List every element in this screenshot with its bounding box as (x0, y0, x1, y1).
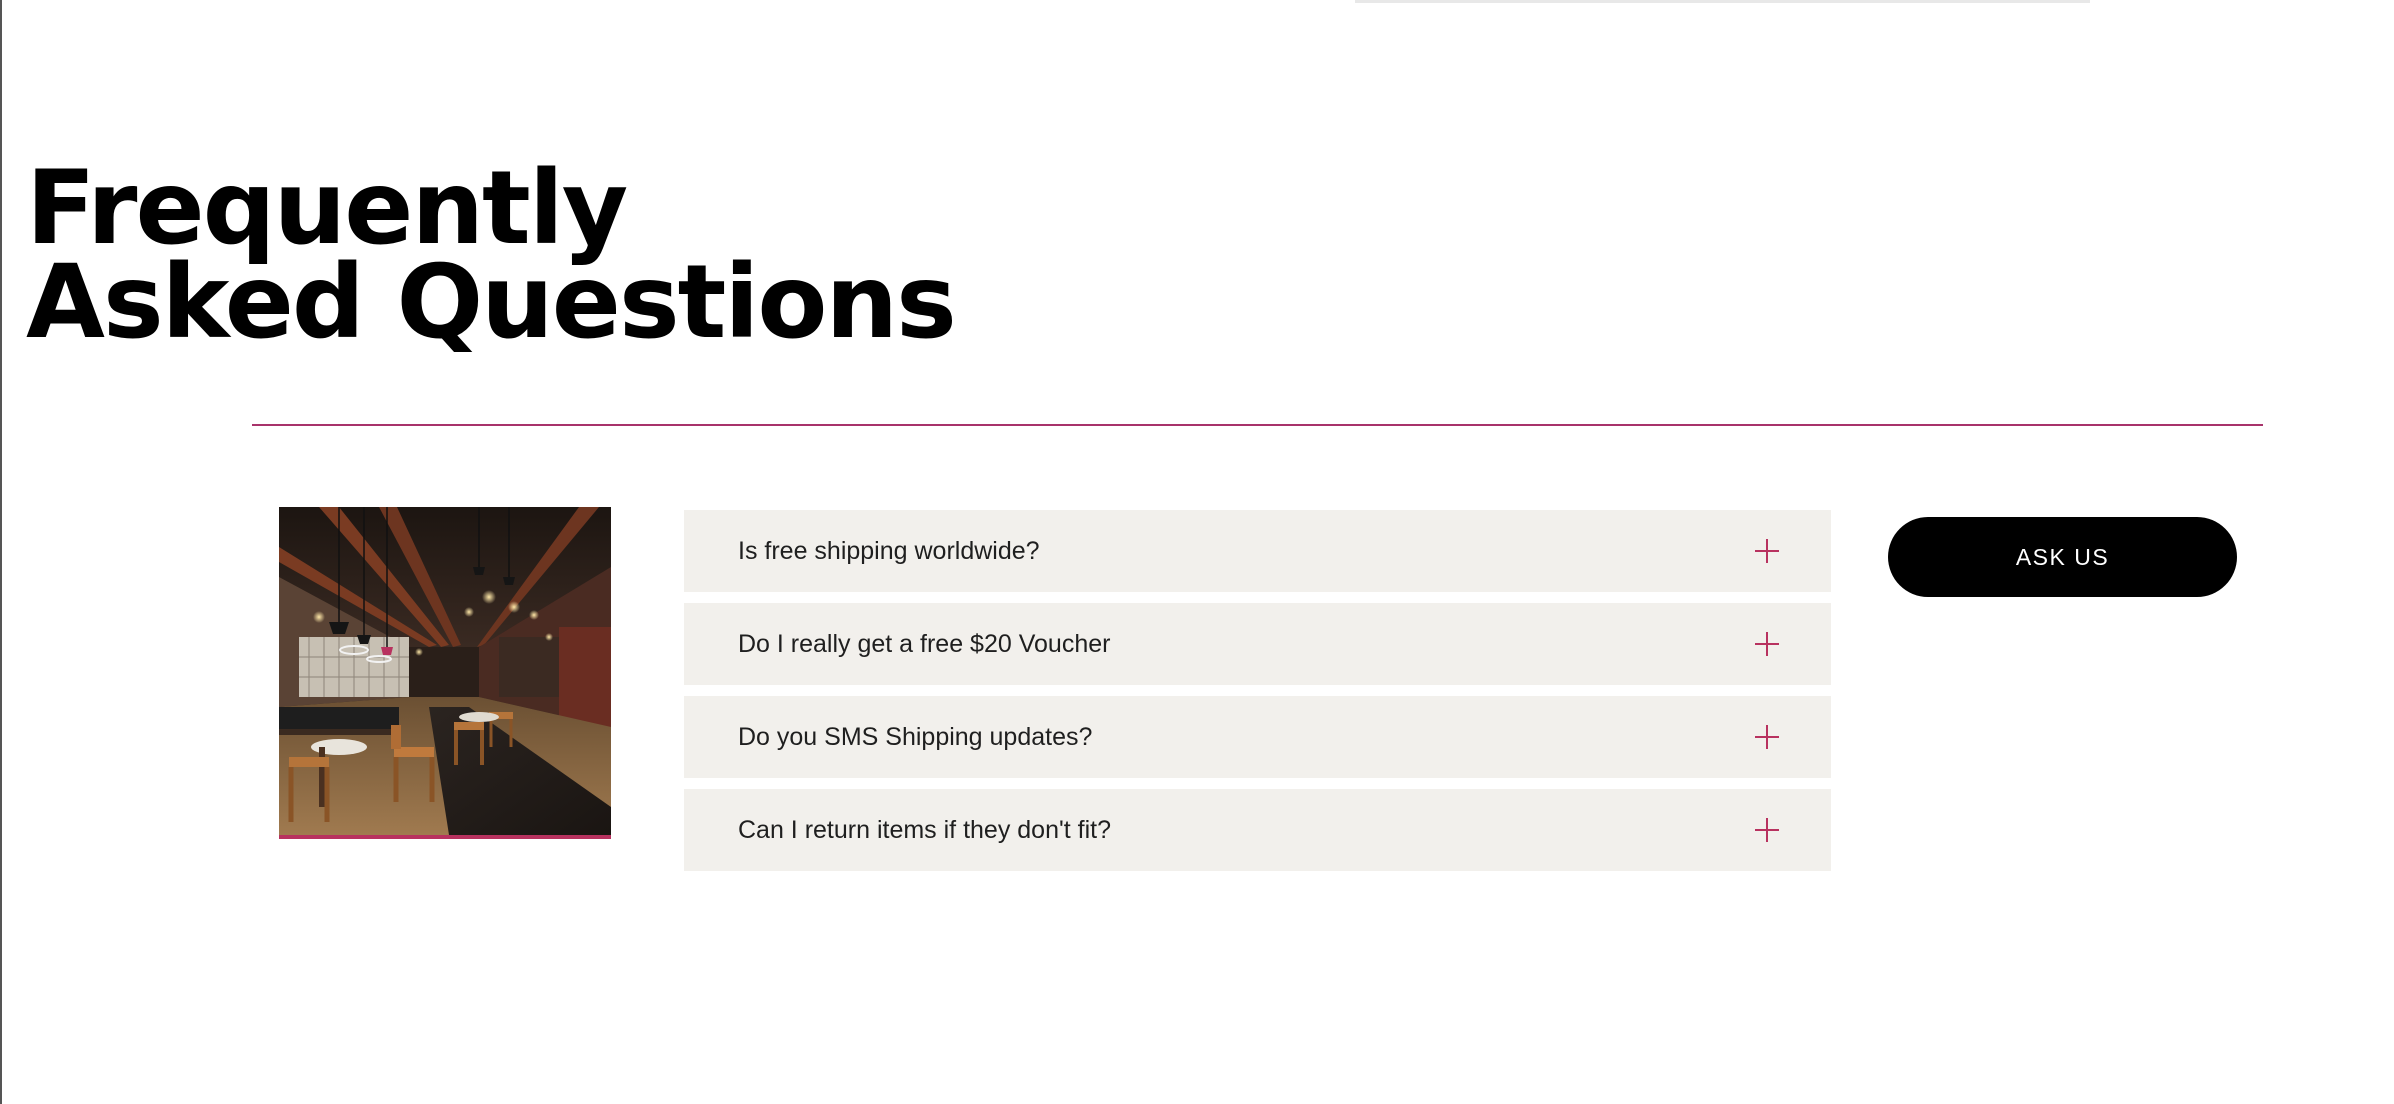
faq-question: Do I really get a free $20 Voucher (738, 629, 1111, 658)
faq-page: Frequently Asked Questions Is free shipp… (0, 0, 2394, 1104)
page-title-line-2: Asked Questions (26, 243, 957, 362)
plus-icon[interactable] (1755, 818, 1779, 842)
faq-question: Can I return items if they don't fit? (738, 815, 1111, 844)
faq-item[interactable]: Is free shipping worldwide? (684, 510, 1831, 592)
plus-icon[interactable] (1755, 632, 1779, 656)
page-title: Frequently Asked Questions (26, 149, 957, 362)
ask-us-button[interactable]: ASK US (1888, 517, 2237, 597)
page-title-line-1: Frequently (26, 149, 628, 268)
faq-question: Is free shipping worldwide? (738, 536, 1040, 565)
plus-icon[interactable] (1755, 539, 1779, 563)
top-divider (1355, 0, 2090, 3)
faq-item[interactable]: Can I return items if they don't fit? (684, 789, 1831, 871)
section-divider (252, 424, 2263, 426)
plus-icon[interactable] (1755, 725, 1779, 749)
faq-question: Do you SMS Shipping updates? (738, 722, 1093, 751)
restaurant-image (279, 507, 611, 839)
faq-list: Is free shipping worldwide? Do I really … (684, 510, 1831, 882)
faq-item[interactable]: Do I really get a free $20 Voucher (684, 603, 1831, 685)
faq-item[interactable]: Do you SMS Shipping updates? (684, 696, 1831, 778)
left-edge-line (0, 0, 2, 1104)
